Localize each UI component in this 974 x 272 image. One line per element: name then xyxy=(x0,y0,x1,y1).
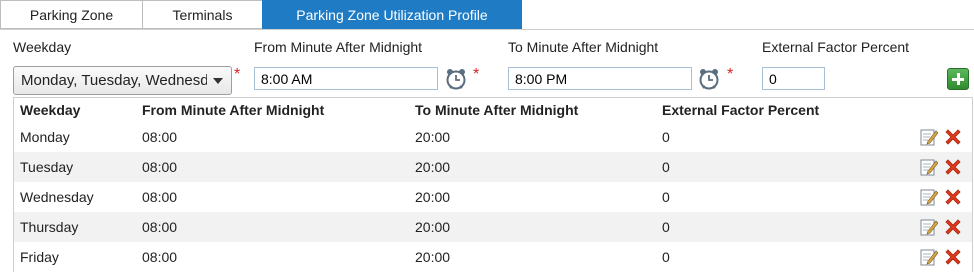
cell-factor: 0 xyxy=(662,159,670,175)
edit-icon[interactable] xyxy=(920,128,938,146)
table-row: Friday 08:00 20:00 0 xyxy=(14,242,972,272)
delete-icon[interactable] xyxy=(943,217,963,237)
from-required-mark: * xyxy=(473,66,480,83)
cell-weekday: Monday xyxy=(20,129,70,145)
edit-icon[interactable] xyxy=(920,218,938,236)
cell-to: 20:00 xyxy=(415,129,451,145)
to-minute-input[interactable] xyxy=(508,67,692,90)
weekday-select[interactable]: Monday, Tuesday, Wednesday, Thursday, Fr… xyxy=(13,66,232,95)
table-row: Monday 08:00 20:00 0 xyxy=(14,122,972,152)
external-factor-label: External Factor Percent xyxy=(762,39,910,55)
delete-icon[interactable] xyxy=(943,127,963,147)
cell-weekday: Friday xyxy=(20,249,59,265)
cell-to: 20:00 xyxy=(415,249,451,265)
cell-factor: 0 xyxy=(662,129,670,145)
table-row: Tuesday 08:00 20:00 0 xyxy=(14,152,972,182)
edit-icon[interactable] xyxy=(920,158,938,176)
cell-to: 20:00 xyxy=(415,219,451,235)
cell-from: 08:00 xyxy=(142,219,178,235)
from-minute-label: From Minute After Midnight xyxy=(254,39,423,55)
to-required-mark: * xyxy=(727,66,734,83)
column-header-from[interactable]: From Minute After Midnight xyxy=(142,102,324,118)
cell-weekday: Wednesday xyxy=(20,189,94,205)
utilization-table: Weekday From Minute After Midnight To Mi… xyxy=(13,97,973,272)
edit-icon[interactable] xyxy=(920,188,938,206)
cell-from: 08:00 xyxy=(142,129,178,145)
column-header-to[interactable]: To Minute After Midnight xyxy=(415,102,578,118)
cell-to: 20:00 xyxy=(415,189,451,205)
from-minute-input[interactable] xyxy=(254,67,438,90)
tab-parking-zone[interactable]: Parking Zone xyxy=(0,0,143,29)
cell-weekday: Thursday xyxy=(20,219,79,235)
cell-factor: 0 xyxy=(662,249,670,265)
clock-icon[interactable] xyxy=(445,68,467,90)
add-icon[interactable] xyxy=(947,68,969,90)
to-minute-label: To Minute After Midnight xyxy=(508,39,659,55)
tab-terminals[interactable]: Terminals xyxy=(142,0,263,29)
clock-icon[interactable] xyxy=(698,68,720,90)
cell-factor: 0 xyxy=(662,189,670,205)
tab-divider xyxy=(0,29,974,30)
table-row: Wednesday 08:00 20:00 0 xyxy=(14,182,972,212)
cell-from: 08:00 xyxy=(142,159,178,175)
tab-parking-zone-utilization-profile[interactable]: Parking Zone Utilization Profile xyxy=(262,0,522,29)
table-header: Weekday From Minute After Midnight To Mi… xyxy=(14,98,972,122)
weekday-label: Weekday xyxy=(13,39,72,55)
delete-icon[interactable] xyxy=(943,247,963,267)
delete-icon[interactable] xyxy=(943,157,963,177)
cell-factor: 0 xyxy=(662,219,670,235)
table-row: Thursday 08:00 20:00 0 xyxy=(14,212,972,242)
cell-from: 08:00 xyxy=(142,249,178,265)
cell-from: 08:00 xyxy=(142,189,178,205)
weekday-select-value: Monday, Tuesday, Wednesday, Thursday, Fr… xyxy=(21,72,207,89)
column-header-factor[interactable]: External Factor Percent xyxy=(662,102,819,118)
column-header-weekday[interactable]: Weekday xyxy=(20,102,80,118)
delete-icon[interactable] xyxy=(943,187,963,207)
cell-weekday: Tuesday xyxy=(20,159,74,175)
cell-to: 20:00 xyxy=(415,159,451,175)
weekday-required-mark: * xyxy=(234,66,241,83)
external-factor-input[interactable] xyxy=(762,67,825,90)
edit-icon[interactable] xyxy=(920,248,938,266)
chevron-down-icon xyxy=(213,78,223,84)
